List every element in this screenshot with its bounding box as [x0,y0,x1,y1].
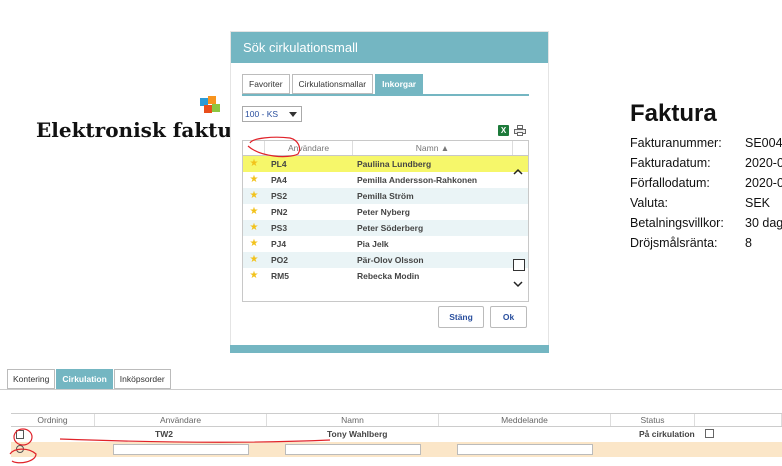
scrollbar-thumb[interactable] [513,259,525,271]
message-column-header: Meddelande [439,414,611,426]
row-user: TW2 [155,429,173,439]
action-column-header [695,414,782,426]
scroll-down-icon[interactable] [513,279,523,289]
star-icon[interactable]: ★ [243,188,265,204]
star-icon[interactable]: ★ [243,252,265,268]
message-input[interactable] [457,444,593,455]
invoice-details: Fakturanummer: SE004 Fakturadatum: 2020-0 … [630,133,782,253]
trash-icon[interactable] [16,430,24,439]
chevron-down-icon [289,112,297,117]
grid-row[interactable]: ★ PA4 Pemilla Andersson-Rahkonen [243,172,528,188]
circulation-table: Ordning Användare Namn Meddelande Status… [11,413,782,457]
invoice-date-row: Fakturadatum: 2020-0 [630,156,782,170]
grid-row[interactable]: ★ PL4 Pauliina Lundberg [243,156,528,172]
scroll-up-icon[interactable] [513,167,523,177]
order-column-header: Ordning [11,414,95,426]
name-column-header[interactable]: Namn ▲ [353,141,513,155]
search-icon[interactable] [16,445,24,453]
due-date-row: Förfallodatum: 2020-0 [630,176,782,190]
print-icon[interactable] [514,125,526,136]
inbox-select-value: 100 - KS [245,109,279,119]
tab-favoriter[interactable]: Favoriter [242,74,290,94]
divider [0,389,782,390]
user-column-header[interactable]: Användare [265,141,353,155]
invoice-title: Faktura [630,100,717,127]
star-icon[interactable]: ★ [243,172,265,188]
tab-kontering[interactable]: Kontering [7,369,56,389]
user-column-header: Användare [95,414,267,426]
inbox-select[interactable]: 100 - KS [242,106,302,122]
logo-icon [200,96,228,114]
star-icon[interactable]: ★ [243,268,265,284]
tab-cirkulationsmallar[interactable]: Cirkulationsmallar [291,74,374,94]
table-row[interactable]: TW2 Tony Wahlberg På cirkulation [11,427,782,442]
grid-row[interactable]: ★ RM5 Rebecka Modin [243,268,528,284]
currency-row: Valuta: SEK [630,196,771,210]
tab-inkopsorder[interactable]: Inköpsorder [113,369,171,389]
invoice-number-row: Fakturanummer: SE004 [630,136,782,150]
late-interest-row: Dröjsmålsränta: 8 [630,236,752,250]
status-column-header: Status [611,414,695,426]
tab-inkorgar[interactable]: Inkorgar [375,74,424,94]
ok-button[interactable]: Ok [490,306,527,328]
screen: Elektronisk faktu Faktura Fakturanummer:… [0,0,782,466]
table-header: Ordning Användare Namn Meddelande Status [11,413,782,427]
close-button[interactable]: Stäng [438,306,484,328]
inbox-grid: Användare Namn ▲ ★ PL4 Pauliina Lundberg ★… [242,140,529,302]
star-icon[interactable]: ★ [243,156,265,172]
grid-row[interactable]: ★ PS3 Peter Söderberg [243,220,528,236]
grid-row[interactable]: ★ PN2 Peter Nyberg [243,204,528,220]
search-circulation-template-dialog: Sök cirkulationsmall Favoriter Cirkulati… [230,31,549,353]
new-entry-row [11,442,782,457]
grid-body: ★ PL4 Pauliina Lundberg ★ PA4 Pemilla Anders… [243,156,528,284]
row-name: Tony Wahlberg [327,429,388,439]
name-column-header: Namn [267,414,439,426]
favorite-column-header [243,141,265,155]
grid-row[interactable]: ★ PO2 Pär-Olov Olsson [243,252,528,268]
dialog-tabs: Favoriter Cirkulationsmallar Inkorgar [242,74,425,94]
dialog-footer-bar [230,345,549,353]
star-icon[interactable]: ★ [243,236,265,252]
grid-header: Användare Namn ▲ [243,141,528,156]
row-status: På cirkulation [639,429,695,439]
name-input[interactable] [285,444,421,455]
excel-icon[interactable]: X [498,125,509,136]
logo-text: Elektronisk faktu [36,118,232,142]
grid-row[interactable]: ★ PJ4 Pia Jelk [243,236,528,252]
user-input[interactable] [113,444,249,455]
row-message [439,427,611,442]
star-icon[interactable]: ★ [243,204,265,220]
details-icon[interactable] [705,429,714,438]
payment-terms-row: Betalningsvillkor: 30 dag [630,216,782,230]
tab-cirkulation[interactable]: Cirkulation [56,369,113,389]
invoice-tabs: Kontering Cirkulation Inköpsorder [7,369,172,389]
dialog-title: Sök cirkulationsmall [231,32,548,63]
grid-row[interactable]: ★ PS2 Pemilla Ström [243,188,528,204]
tab-underline [242,94,529,96]
star-icon[interactable]: ★ [243,220,265,236]
